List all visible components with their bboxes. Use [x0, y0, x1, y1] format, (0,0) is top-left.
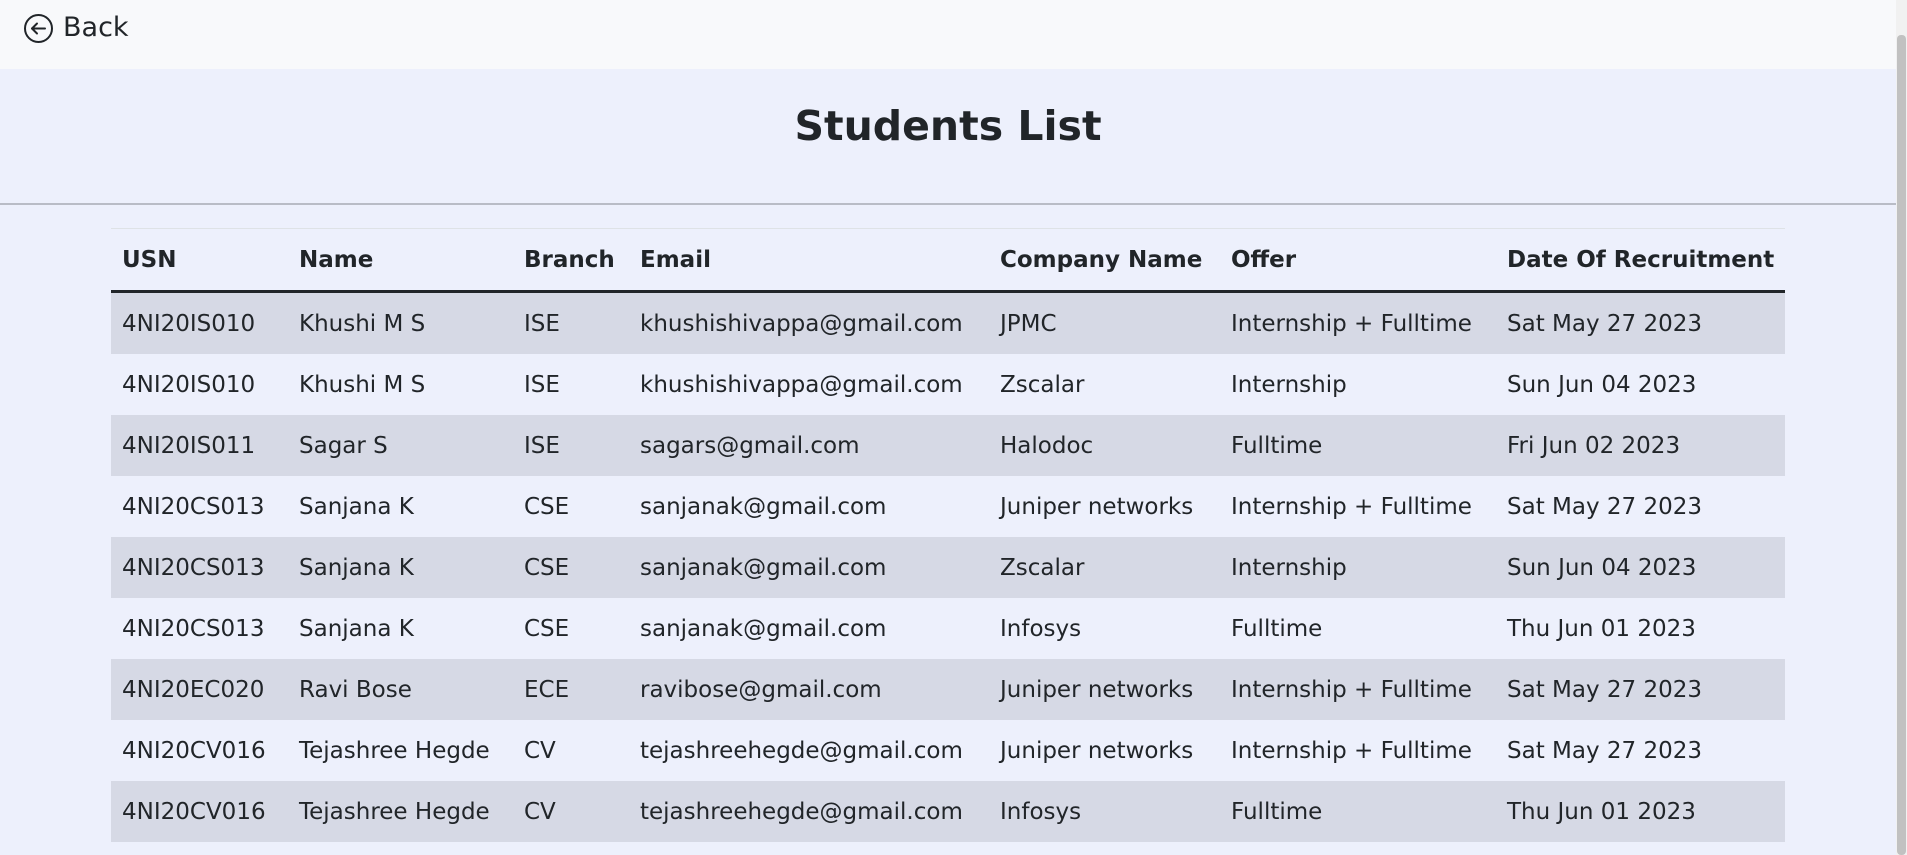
name-cell: Sanjana K — [299, 615, 414, 642]
usn-cell: 4NI20CS013 — [122, 554, 265, 581]
company-cell: Zscalar — [1000, 371, 1085, 398]
usn-cell: 4NI20CV016 — [122, 737, 266, 764]
table-row: 4NI20IS010 Khushi M S ISE khushishivappa… — [111, 354, 1785, 415]
back-button[interactable]: Back — [23, 12, 129, 44]
name-cell: Sanjana K — [299, 493, 414, 520]
email-cell: khushishivappa@gmail.com — [640, 310, 963, 337]
offer-cell: Fulltime — [1231, 615, 1323, 642]
date-cell: Sat May 27 2023 — [1507, 310, 1702, 337]
table-body: 4NI20IS010 Khushi M S ISE khushishivappa… — [111, 291, 1785, 842]
branch-cell: ISE — [524, 310, 560, 337]
table-row: 4NI20CS013 Sanjana K CSE sanjanak@gmail.… — [111, 537, 1785, 598]
date-cell: Sat May 27 2023 — [1507, 676, 1702, 703]
email-cell: sanjanak@gmail.com — [640, 615, 887, 642]
company-cell: JPMC — [1000, 310, 1057, 337]
usn-cell: 4NI20CS013 — [122, 493, 265, 520]
column-header-offer: Offer — [1220, 228, 1496, 293]
branch-cell: ISE — [524, 432, 560, 459]
name-cell: Tejashree Hegde — [299, 737, 490, 764]
table-row: 4NI20CS013 Sanjana K CSE sanjanak@gmail.… — [111, 476, 1785, 537]
offer-cell: Internship + Fulltime — [1231, 310, 1472, 337]
company-cell: Juniper networks — [1000, 493, 1194, 520]
name-cell: Sagar S — [299, 432, 388, 459]
company-cell: Zscalar — [1000, 554, 1085, 581]
table-row: 4NI20CV016 Tejashree Hegde CV tejashreeh… — [111, 720, 1785, 781]
name-cell: Ravi Bose — [299, 676, 412, 703]
back-label: Back — [63, 12, 129, 43]
company-cell: Halodoc — [1000, 432, 1094, 459]
date-cell: Sat May 27 2023 — [1507, 737, 1702, 764]
table-row: 4NI20EC020 Ravi Bose ECE ravibose@gmail.… — [111, 659, 1785, 720]
usn-cell: 4NI20IS010 — [122, 310, 256, 337]
offer-cell: Internship + Fulltime — [1231, 676, 1472, 703]
vertical-scrollbar[interactable] — [1896, 0, 1907, 855]
usn-cell: 4NI20IS010 — [122, 371, 256, 398]
date-cell: Sun Jun 04 2023 — [1507, 371, 1697, 398]
column-header-branch: Branch — [513, 228, 629, 293]
date-cell: Thu Jun 01 2023 — [1507, 615, 1696, 642]
company-cell: Infosys — [1000, 615, 1082, 642]
offer-cell: Internship + Fulltime — [1231, 493, 1472, 520]
column-header-email: Email — [629, 228, 989, 293]
branch-cell: CV — [524, 737, 556, 764]
email-cell: tejashreehegde@gmail.com — [640, 798, 963, 825]
date-cell: Sun Jun 04 2023 — [1507, 554, 1697, 581]
date-cell: Thu Jun 01 2023 — [1507, 798, 1696, 825]
date-cell: Sat May 27 2023 — [1507, 493, 1702, 520]
offer-cell: Fulltime — [1231, 798, 1323, 825]
usn-cell: 4NI20CS013 — [122, 615, 265, 642]
company-cell: Infosys — [1000, 798, 1082, 825]
company-cell: Juniper networks — [1000, 676, 1194, 703]
column-header-company-name: Company Name — [989, 228, 1220, 293]
name-cell: Sanjana K — [299, 554, 414, 581]
branch-cell: CSE — [524, 615, 570, 642]
students-table-container: USN Name Branch Email Company Name Offer… — [111, 228, 1785, 842]
column-header-usn: USN — [111, 228, 288, 293]
name-cell: Tejashree Hegde — [299, 798, 490, 825]
date-cell: Fri Jun 02 2023 — [1507, 432, 1681, 459]
offer-cell: Internship — [1231, 371, 1347, 398]
table-row: 4NI20IS011 Sagar S ISE sagars@gmail.com … — [111, 415, 1785, 476]
name-cell: Khushi M S — [299, 310, 426, 337]
branch-cell: CSE — [524, 493, 570, 520]
offer-cell: Internship — [1231, 554, 1347, 581]
company-cell: Juniper networks — [1000, 737, 1194, 764]
page-title: Students List — [794, 102, 1102, 150]
email-cell: sanjanak@gmail.com — [640, 554, 887, 581]
email-cell: sanjanak@gmail.com — [640, 493, 887, 520]
email-cell: ravibose@gmail.com — [640, 676, 882, 703]
students-table: USN Name Branch Email Company Name Offer… — [111, 228, 1785, 842]
top-bar: Back — [0, 0, 1896, 69]
column-header-date-of-recruitment: Date Of Recruitment — [1496, 228, 1785, 293]
offer-cell: Fulltime — [1231, 432, 1323, 459]
arrow-left-circle-icon — [23, 13, 54, 44]
email-cell: sagars@gmail.com — [640, 432, 860, 459]
name-cell: Khushi M S — [299, 371, 426, 398]
branch-cell: CSE — [524, 554, 570, 581]
column-header-name: Name — [288, 228, 513, 293]
email-cell: tejashreehegde@gmail.com — [640, 737, 963, 764]
table-row: 4NI20IS010 Khushi M S ISE khushishivappa… — [111, 291, 1785, 354]
email-cell: khushishivappa@gmail.com — [640, 371, 963, 398]
title-section: Students List — [0, 69, 1896, 205]
offer-cell: Internship + Fulltime — [1231, 737, 1472, 764]
branch-cell: ECE — [524, 676, 570, 703]
branch-cell: ISE — [524, 371, 560, 398]
table-header-row: USN Name Branch Email Company Name Offer… — [111, 228, 1785, 293]
usn-cell: 4NI20CV016 — [122, 798, 266, 825]
branch-cell: CV — [524, 798, 556, 825]
table-row: 4NI20CV016 Tejashree Hegde CV tejashreeh… — [111, 781, 1785, 842]
scrollbar-thumb[interactable] — [1897, 35, 1906, 855]
usn-cell: 4NI20IS011 — [122, 432, 256, 459]
usn-cell: 4NI20EC020 — [122, 676, 265, 703]
table-row: 4NI20CS013 Sanjana K CSE sanjanak@gmail.… — [111, 598, 1785, 659]
